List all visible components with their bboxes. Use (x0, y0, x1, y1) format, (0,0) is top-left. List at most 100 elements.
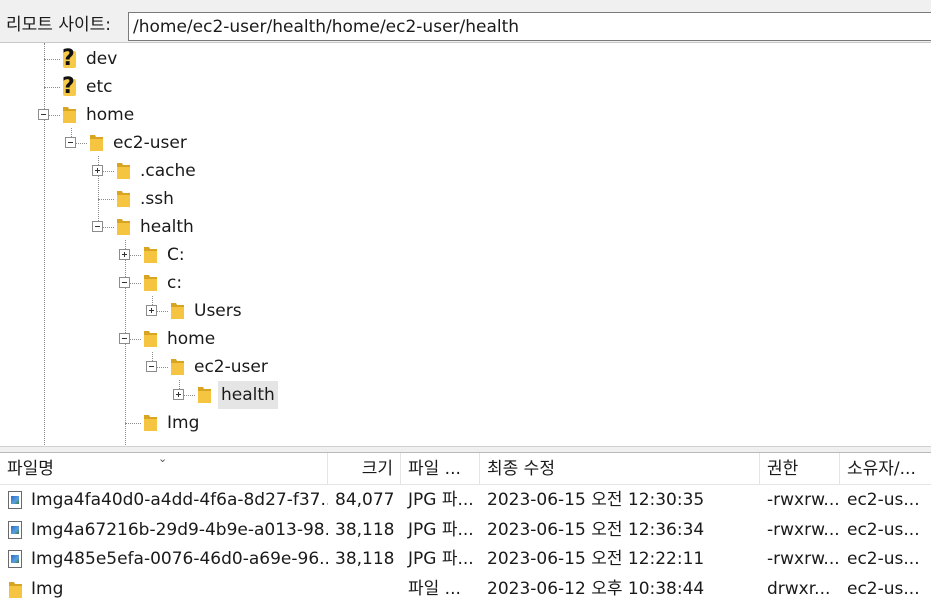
tree-node[interactable]: .cache (0, 157, 931, 185)
folder-icon (170, 357, 185, 376)
tree-node-label[interactable]: ec2-user (110, 129, 190, 157)
file-type-cell: JPG 파... (408, 490, 474, 510)
tree-node[interactable]: ec2-user (0, 129, 931, 157)
file-name-cell: Img (31, 578, 64, 599)
tree-node[interactable]: ec2-user (0, 353, 931, 381)
tree-node-label[interactable]: etc (83, 73, 115, 101)
collapse-icon[interactable] (119, 333, 130, 344)
folder-icon (143, 413, 158, 432)
image-file-icon (8, 491, 22, 509)
tree-node-label[interactable]: health (137, 213, 197, 241)
tree-node[interactable]: health (0, 381, 931, 409)
file-perms-cell: -rwxrw... (767, 490, 840, 510)
tree-node-label[interactable]: health (218, 381, 278, 409)
file-type-cell: 파일 ... (408, 578, 461, 599)
tree-connector (125, 423, 141, 424)
tree-node[interactable]: home (0, 101, 931, 129)
column-header-size[interactable]: 크기 (328, 453, 401, 485)
remote-path-input[interactable] (128, 12, 931, 41)
remote-file-list[interactable]: 파일명 ⌄ 크기 파일 ... 최종 수정 권한 소유자/... Imga4fa… (0, 453, 931, 608)
tree-node[interactable]: Img (0, 409, 931, 437)
tree-node[interactable]: health (0, 213, 931, 241)
file-owner-cell: ec2-us... (847, 549, 920, 569)
collapse-icon[interactable] (92, 221, 103, 232)
folder-icon (170, 301, 185, 320)
remote-site-label: 리모트 사이트: (6, 15, 111, 35)
tree-node[interactable]: .ssh (0, 185, 931, 213)
column-header-filetype[interactable]: 파일 ... (401, 453, 480, 485)
folder-icon (143, 329, 158, 348)
tree-node-label[interactable]: Img (164, 409, 202, 437)
folder-icon (143, 245, 158, 264)
file-modified-cell: 2023-06-15 오전 12:22:11 (487, 549, 705, 569)
tree-node[interactable]: C: (0, 241, 931, 269)
file-modified-cell: 2023-06-15 오전 12:30:35 (487, 490, 705, 510)
file-owner-cell: ec2-us... (847, 519, 920, 540)
tree-node-label[interactable]: C: (164, 241, 188, 269)
folder-icon (116, 217, 131, 236)
tree-connector (44, 87, 60, 88)
expand-icon[interactable] (119, 249, 130, 260)
unknown-icon: ? (62, 46, 76, 71)
file-name-cell: Img4a67216b-29d9-4b9e-a013-98... (31, 519, 328, 540)
tree-node[interactable]: c: (0, 269, 931, 297)
file-owner-cell: ec2-us... (847, 578, 920, 599)
tree-connector (98, 199, 114, 200)
folder-icon (116, 189, 131, 208)
file-modified-cell: 2023-06-12 오후 10:38:44 (487, 578, 705, 599)
column-header-modified[interactable]: 최종 수정 (480, 453, 760, 485)
tree-node[interactable]: home (0, 325, 931, 353)
file-row[interactable]: Img4a67216b-29d9-4b9e-a013-98... 38,118 JP… (0, 516, 931, 545)
folder-icon (197, 385, 212, 404)
file-row[interactable]: Imga4fa40d0-a4dd-4f6a-8d27-f37... 84,077 J… (0, 486, 931, 515)
tree-node-label[interactable]: .ssh (137, 185, 177, 213)
tree-node-label[interactable]: c: (164, 269, 185, 297)
tree-node-label[interactable]: ec2-user (191, 353, 271, 381)
image-file-icon (8, 550, 22, 568)
file-perms-cell: -rwxrw... (767, 549, 840, 569)
file-owner-cell: ec2-us... (847, 490, 920, 510)
expand-icon[interactable] (146, 305, 157, 316)
column-header-owner[interactable]: 소유자/... (840, 453, 931, 485)
folder-icon (89, 133, 104, 152)
file-size-cell: 38,118 (335, 549, 395, 569)
collapse-icon[interactable] (146, 361, 157, 372)
file-perms-cell: -rwxrw... (767, 519, 840, 540)
tree-node-label[interactable]: home (164, 325, 218, 353)
file-size-cell (328, 575, 401, 604)
collapse-icon[interactable] (65, 137, 76, 148)
collapse-icon[interactable] (38, 109, 49, 120)
tree-node[interactable]: ? etc (0, 73, 931, 101)
tree-node-label[interactable]: Users (191, 297, 245, 325)
file-perms-cell: drwxr... (767, 578, 831, 599)
file-name-cell: Img485e5efa-0076-46d0-a69e-96... (31, 549, 328, 569)
folder-icon (62, 105, 77, 124)
column-header-permissions[interactable]: 권한 (760, 453, 840, 485)
file-type-cell: JPG 파... (408, 519, 474, 540)
file-modified-cell: 2023-06-15 오전 12:36:34 (487, 519, 705, 540)
file-size-cell: 38,118 (335, 519, 395, 540)
tree-node[interactable]: ? dev (0, 45, 931, 73)
file-row[interactable]: Img 파일 ... 2023-06-12 오후 10:38:44 drwxr... e… (0, 575, 931, 604)
file-type-cell: JPG 파... (408, 549, 474, 569)
file-list-header: 파일명 ⌄ 크기 파일 ... 최종 수정 권한 소유자/... (0, 453, 931, 485)
collapse-icon[interactable] (119, 277, 130, 288)
expand-icon[interactable] (173, 389, 184, 400)
expand-icon[interactable] (92, 165, 103, 176)
folder-icon (116, 161, 131, 180)
folder-icon (8, 580, 23, 599)
tree-connector (44, 59, 60, 60)
tree-node-label[interactable]: home (83, 101, 137, 129)
remote-site-bar: 리모트 사이트: (0, 8, 931, 43)
tree-node-label[interactable]: dev (83, 45, 120, 73)
sort-descending-icon: ⌄ (158, 453, 168, 465)
file-size-cell: 84,077 (335, 490, 395, 510)
image-file-icon (8, 520, 22, 539)
tree-node[interactable]: Users (0, 297, 931, 325)
unknown-icon: ? (62, 74, 76, 99)
pane-splitter[interactable] (0, 446, 931, 453)
folder-icon (143, 273, 158, 292)
remote-directory-tree[interactable]: ? dev? etc home ec2-user .cache .ssh health C: c:… (0, 42, 931, 446)
file-row[interactable]: Img485e5efa-0076-46d0-a69e-96... 38,118 JP… (0, 545, 931, 574)
tree-node-label[interactable]: .cache (137, 157, 199, 185)
